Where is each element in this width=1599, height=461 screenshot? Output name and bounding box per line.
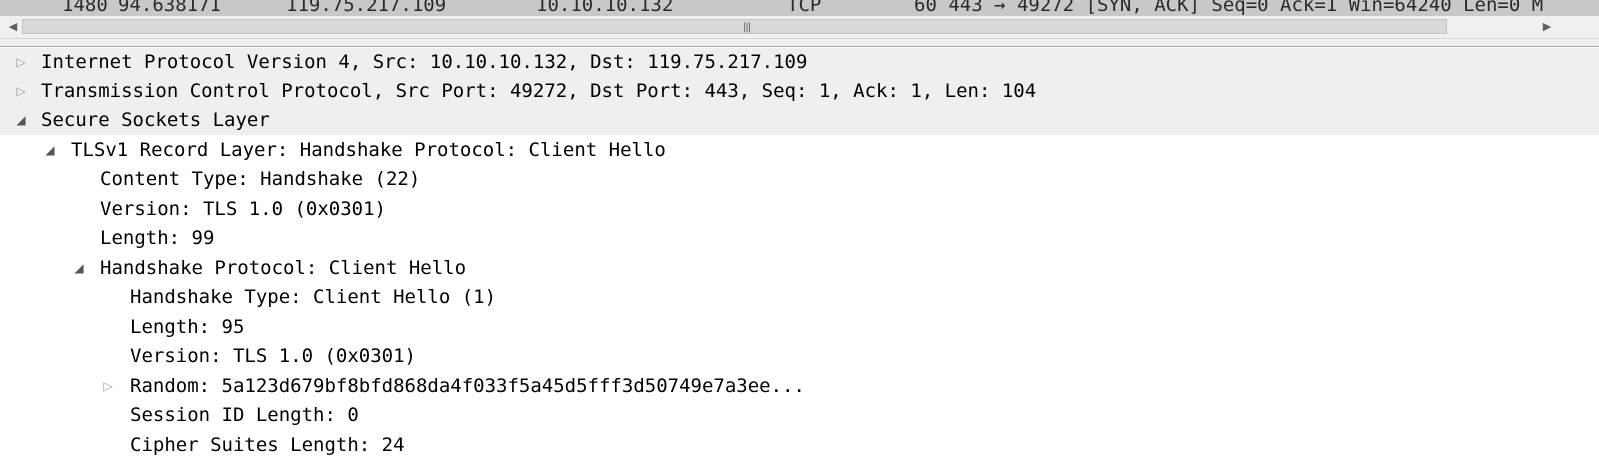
scrollbar-thumb[interactable]: ||| [22, 19, 1447, 34]
packet-list[interactable]: 1480 94.638171 119.75.217.109 10.10.10.1… [0, 0, 1599, 17]
horizontal-scrollbar[interactable]: ◀ ||| ▶ [0, 16, 1599, 39]
tree-row-ssl[interactable]: ◢ Secure Sockets Layer [0, 106, 1599, 135]
tree-row-label: Secure Sockets Layer [41, 109, 270, 131]
tree-row-session-id-length[interactable]: Session ID Length: 0 [0, 401, 1599, 430]
tree-row-version[interactable]: Version: TLS 1.0 (0x0301) [0, 195, 1599, 224]
tree-row-content-type[interactable]: Content Type: Handshake (22) [0, 165, 1599, 194]
expand-icon[interactable]: ▷ [14, 48, 28, 77]
tree-row-random[interactable]: ▷ Random: 5a123d679bf8bfd868da4f033f5a45… [0, 372, 1599, 401]
tree-row-ipv4[interactable]: ▷ Internet Protocol Version 4, Src: 10.1… [0, 48, 1599, 77]
tree-row-label: Internet Protocol Version 4, Src: 10.10.… [41, 51, 808, 73]
tree-row-tls-record-layer[interactable]: ◢ TLSv1 Record Layer: Handshake Protocol… [0, 136, 1599, 165]
tree-row-label: Random: 5a123d679bf8bfd868da4f033f5a45d5… [130, 375, 805, 397]
grip-icon: ||| [743, 22, 751, 33]
collapse-icon[interactable]: ◢ [43, 136, 57, 165]
tree-row-label: Session ID Length: 0 [130, 404, 359, 426]
tree-row-handshake-type[interactable]: Handshake Type: Client Hello (1) [0, 283, 1599, 312]
packet-protocol: TCP [787, 0, 822, 16]
scroll-left-icon[interactable]: ◀ [6, 20, 20, 34]
packet-row-selected[interactable]: 1480 94.638171 119.75.217.109 10.10.10.1… [0, 0, 1599, 16]
packet-time: 94.638171 [118, 0, 221, 16]
tree-row-label: TLSv1 Record Layer: Handshake Protocol: … [71, 139, 666, 161]
packet-info: 60 443 → 49272 [SYN, ACK] Seq=0 Ack=1 Wi… [914, 0, 1544, 16]
expand-icon[interactable]: ▷ [101, 372, 115, 401]
tree-row-label: Version: TLS 1.0 (0x0301) [130, 345, 416, 367]
tree-row-label: Handshake Type: Client Hello (1) [130, 286, 497, 308]
tree-row-label: Version: TLS 1.0 (0x0301) [100, 198, 386, 220]
tree-row-tcp[interactable]: ▷ Transmission Control Protocol, Src Por… [0, 77, 1599, 106]
expand-icon[interactable]: ▷ [14, 77, 28, 106]
pane-splitter[interactable] [0, 39, 1599, 47]
tree-row-label: Cipher Suites Length: 24 [130, 434, 405, 456]
tree-row-handshake-protocol[interactable]: ◢ Handshake Protocol: Client Hello [0, 254, 1599, 283]
tree-row-handshake-length[interactable]: Length: 95 [0, 313, 1599, 342]
tree-row-label: Length: 95 [130, 316, 245, 338]
collapse-icon[interactable]: ◢ [14, 106, 28, 135]
packet-destination: 10.10.10.132 [536, 0, 674, 16]
tree-row-length[interactable]: Length: 99 [0, 224, 1599, 253]
packet-details-pane[interactable]: ▷ Internet Protocol Version 4, Src: 10.1… [0, 47, 1599, 461]
tree-row-label: Length: 99 [100, 227, 215, 249]
packet-no: 1480 [62, 0, 108, 16]
collapse-icon[interactable]: ◢ [72, 254, 86, 283]
tree-row-label: Handshake Protocol: Client Hello [100, 257, 467, 279]
tree-row-label: Transmission Control Protocol, Src Port:… [41, 80, 1037, 102]
tree-row-cipher-suites-length[interactable]: Cipher Suites Length: 24 [0, 431, 1599, 460]
tree-row-handshake-version[interactable]: Version: TLS 1.0 (0x0301) [0, 342, 1599, 371]
scroll-right-icon[interactable]: ▶ [1540, 20, 1554, 34]
tree-row-label: Content Type: Handshake (22) [100, 168, 421, 190]
packet-source: 119.75.217.109 [286, 0, 447, 16]
